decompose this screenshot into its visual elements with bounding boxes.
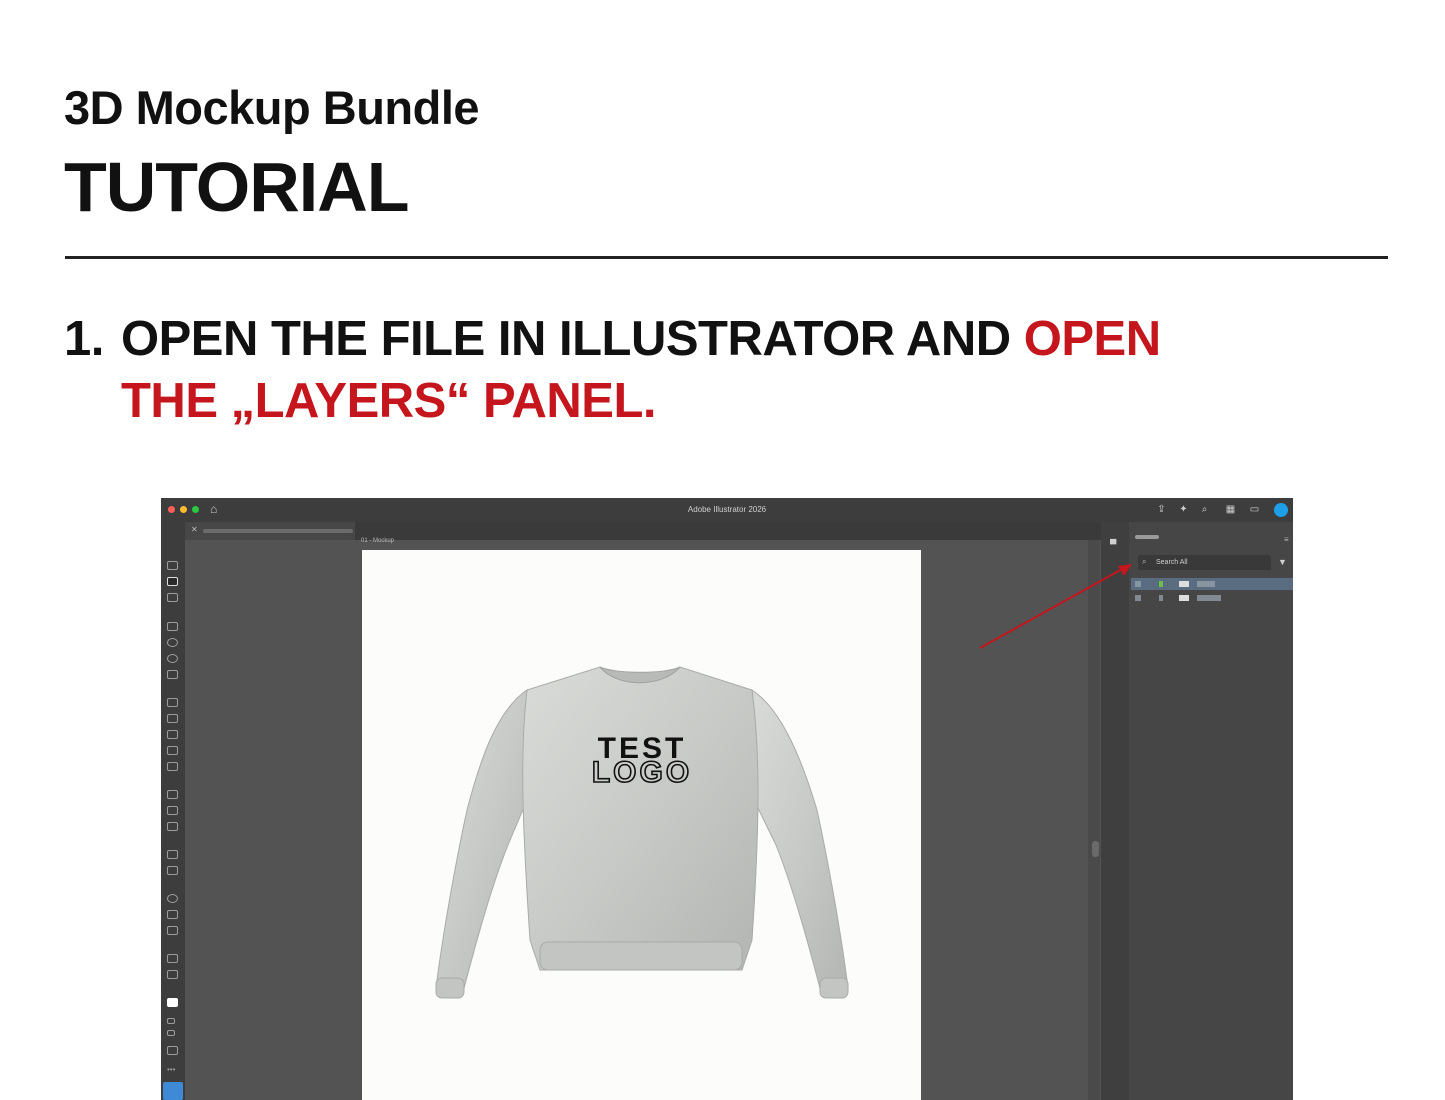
page-title: TUTORIAL (64, 148, 410, 226)
sweatshirt-mockup-image: TEST LOGO (435, 666, 849, 999)
title-bar: ⌂ Adobe Illustrator 2026 ⇪ ✦ ⌕ ▦ ▭ (161, 498, 1293, 522)
touch-type-tool-icon[interactable] (167, 850, 178, 859)
generative-tool-button[interactable] (163, 1082, 183, 1100)
pointer-arrow (979, 564, 1132, 649)
share-icon[interactable]: ⇪ (1155, 503, 1168, 516)
gradient-tool-icon[interactable] (167, 954, 178, 963)
step-number: 1. (64, 312, 104, 366)
hand-tool-icon[interactable] (167, 910, 178, 919)
scale-tool-icon[interactable] (167, 806, 178, 815)
blob-brush-tool-icon[interactable] (167, 746, 178, 755)
rectangle-tool-icon[interactable] (167, 622, 178, 631)
tools-panel: ••• (161, 522, 185, 1100)
close-tab-icon[interactable]: ✕ (191, 525, 198, 534)
rotate-tool-icon[interactable] (167, 790, 178, 799)
app-title: Adobe Illustrator 2026 (687, 505, 767, 514)
rotate-view-tool-icon[interactable] (167, 926, 178, 935)
more-tools-icon[interactable]: ••• (167, 1066, 178, 1075)
selection-tool-icon[interactable] (167, 577, 178, 586)
eraser-tool-icon[interactable] (167, 762, 178, 771)
notification-icon[interactable]: ✦ (1177, 503, 1190, 516)
fill-swatch[interactable] (167, 998, 178, 1007)
eyedropper-tool-icon[interactable] (167, 970, 178, 979)
brush-tool-icon[interactable] (167, 730, 178, 739)
artboard-label: 01 - Mockup (361, 538, 395, 544)
panel-toggle-icon[interactable]: ▭ (1248, 503, 1261, 516)
type-tool-icon[interactable] (167, 866, 178, 875)
lasso-tool-icon[interactable] (167, 593, 178, 602)
logo-line2: LOGO (592, 756, 692, 789)
step-instruction: 1. OPEN THE FILE IN ILLUSTRATOR AND OPEN … (64, 308, 1364, 432)
document-tab[interactable]: ✕ (185, 522, 355, 540)
pen-tool-icon[interactable] (167, 698, 178, 707)
polygon-tool-icon[interactable] (167, 654, 178, 663)
direct-selection-tool-icon[interactable] (167, 561, 178, 570)
line-tool-icon[interactable] (167, 670, 178, 679)
artboard[interactable]: TEST LOGO (362, 550, 921, 1100)
step-text-red-2: THE „LAYERS“ PANEL. (121, 374, 657, 428)
subtitle: 3D Mockup Bundle (64, 81, 480, 134)
color-mode-icon[interactable] (167, 1018, 175, 1024)
step-text-black: OPEN THE FILE IN ILLUSTRATOR AND (121, 312, 1011, 366)
zoom-tool-icon[interactable] (167, 894, 178, 903)
layers-panel-tab[interactable] (1135, 535, 1159, 539)
document-tab-bar: ✕ (185, 522, 1101, 540)
shape-builder-tool-icon[interactable] (167, 822, 178, 831)
scroll-thumb[interactable] (1092, 841, 1099, 857)
workspace-icon[interactable]: ▦ (1224, 503, 1237, 516)
screen-mode-icon[interactable] (167, 1046, 178, 1055)
avatar[interactable] (1274, 503, 1288, 517)
draw-mode-icon[interactable] (167, 1030, 175, 1036)
document-tab-name (203, 529, 353, 533)
search-icon[interactable]: ⌕ (1198, 503, 1211, 516)
step-text-red-1: OPEN (1023, 312, 1161, 366)
ellipse-tool-icon[interactable] (167, 638, 178, 647)
divider (65, 256, 1388, 259)
pencil-tool-icon[interactable] (167, 714, 178, 723)
